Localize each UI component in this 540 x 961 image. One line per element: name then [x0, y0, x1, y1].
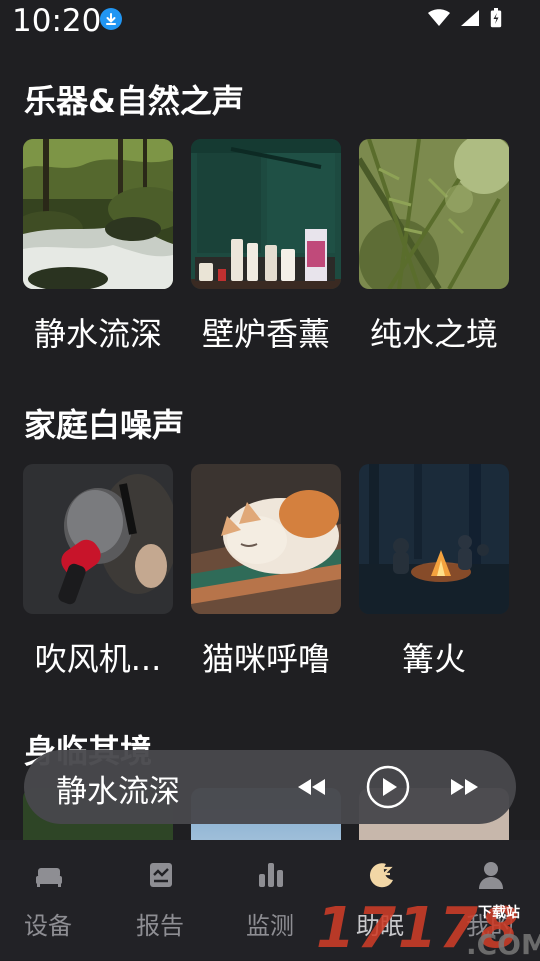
fast-forward-button[interactable] [442, 765, 486, 809]
player-title: 静水流深 [56, 774, 180, 810]
nav-item-mine[interactable]: 我的 [436, 840, 540, 960]
bed-icon [36, 868, 62, 887]
candles-fireplace-image [191, 139, 341, 289]
nav-label: 设备 [24, 912, 72, 940]
person-icon [479, 862, 503, 889]
sound-card[interactable]: 静水流深 [23, 139, 173, 355]
status-bar: 10:20 [0, 0, 540, 46]
rewind-button[interactable] [290, 765, 334, 809]
sound-card-label: 吹风机... [34, 640, 162, 678]
nav-item-report[interactable]: 报告 [106, 840, 214, 960]
nav-label: 监测 [246, 912, 294, 940]
sound-card[interactable]: 壁炉香薰 [191, 139, 341, 355]
sound-card-label: 壁炉香薰 [201, 315, 330, 353]
sound-card[interactable]: 猫咪呼噜 [191, 464, 341, 680]
forest-stream-image [23, 139, 173, 289]
nav-label: 助眠 [356, 912, 404, 940]
campfire-image [359, 464, 509, 614]
sound-card-label: 静水流深 [33, 315, 162, 353]
status-time: 10:20 [12, 3, 102, 39]
play-button[interactable] [366, 765, 410, 809]
fast-forward-icon [451, 779, 478, 795]
battery-icon [490, 8, 502, 32]
moon-icon [369, 863, 393, 888]
section-title-home-noise: 家庭白噪声 [24, 406, 185, 444]
download-icon [100, 8, 122, 30]
bar-chart-icon [259, 863, 283, 887]
report-icon [150, 863, 172, 887]
section-title-nature: 乐器&自然之声 [24, 82, 244, 120]
nav-item-device[interactable]: 设备 [0, 840, 102, 960]
sound-card-label: 纯水之境 [369, 315, 498, 353]
pine-branches-image [359, 139, 509, 289]
wifi-icon [428, 9, 450, 31]
play-icon [366, 765, 410, 809]
sound-card-label: 猫咪呼噜 [201, 640, 330, 678]
signal-icon [460, 9, 480, 31]
nav-item-sleep-aid[interactable]: 助眠 [326, 840, 434, 960]
rewind-icon [298, 779, 325, 795]
nav-label: 报告 [136, 912, 184, 940]
sound-card[interactable]: 吹风机... [23, 464, 173, 680]
sound-card[interactable]: 篝火 [359, 464, 509, 680]
bottom-navigation: 设备 报告 监测 助眠 我的 [0, 840, 540, 960]
nav-item-monitor[interactable]: 监测 [216, 840, 324, 960]
sound-card[interactable]: 纯水之境 [359, 139, 509, 355]
sleeping-cat-image [191, 464, 341, 614]
hair-dryer-image [23, 464, 173, 614]
content-scroll[interactable]: 乐器&自然之声 静水流深 壁炉香薰 纯水之境 家庭白噪声 吹风机... 猫咪呼噜… [0, 46, 540, 840]
mini-player[interactable]: 静水流深 [24, 750, 516, 824]
sound-card-label: 篝火 [401, 640, 466, 678]
nav-label: 我的 [466, 912, 514, 940]
